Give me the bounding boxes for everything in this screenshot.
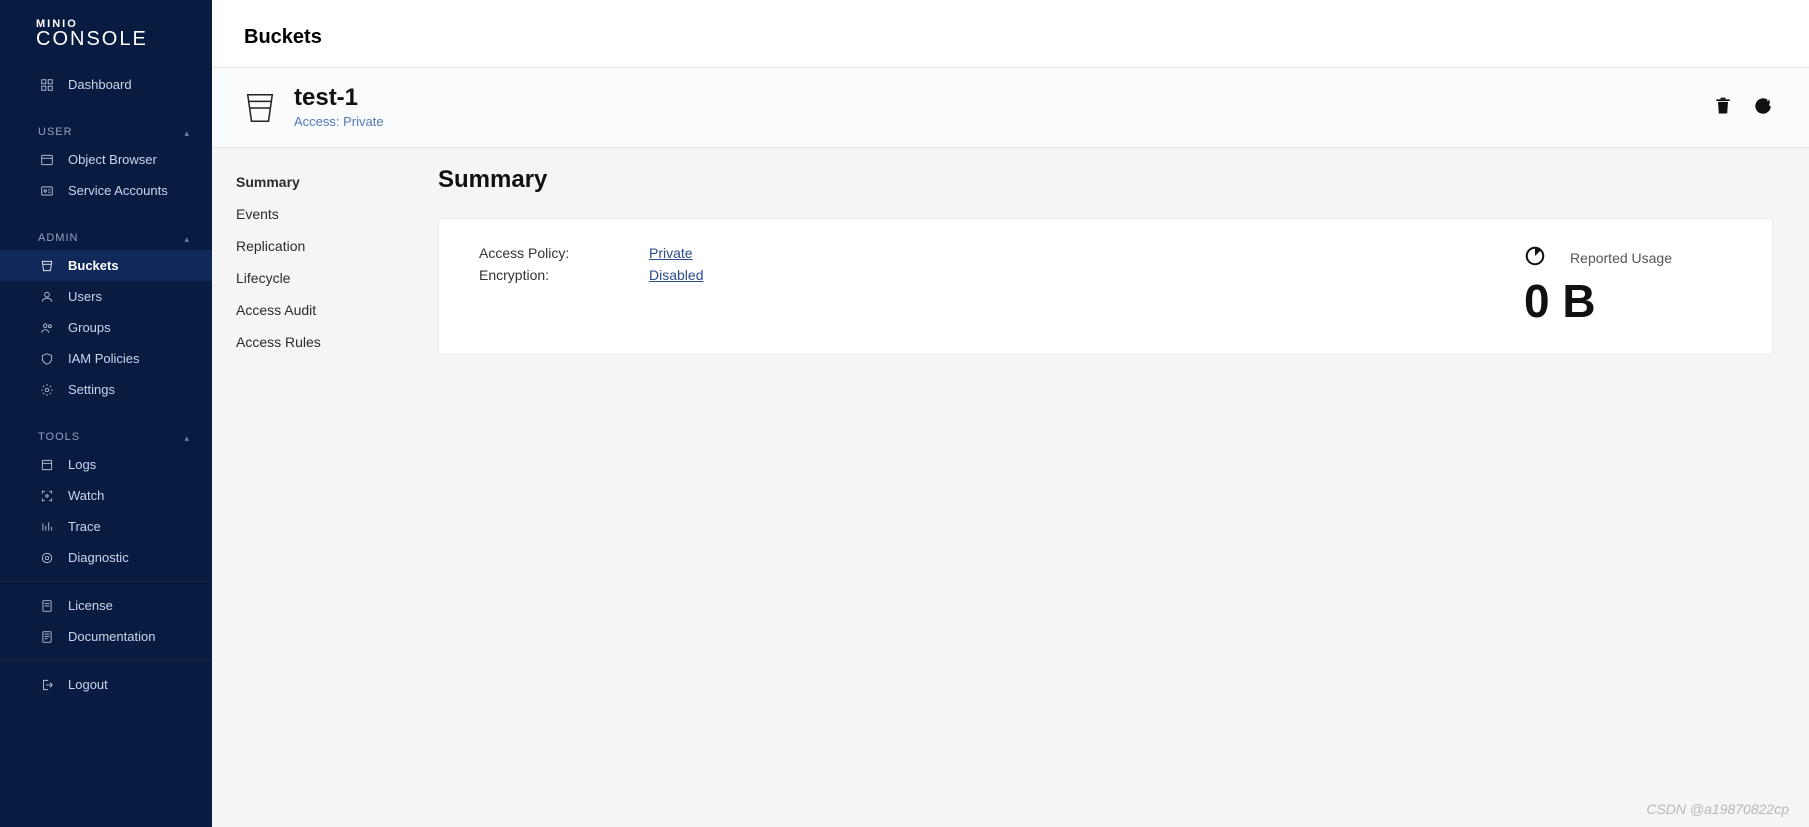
sidebar-item-label: Trace (68, 519, 101, 534)
id-card-icon (38, 184, 56, 198)
pie-chart-icon (1524, 245, 1546, 270)
logs-icon (38, 458, 56, 472)
summary-card: Access Policy: Private Encryption: Disab… (438, 218, 1773, 355)
logout-icon (38, 678, 56, 692)
bucket-actions (1713, 96, 1773, 119)
subtab-replication[interactable]: Replication (236, 230, 418, 262)
sidebar: MINIO CONSOLE Dashboard USER ▴ Object Br… (0, 0, 212, 827)
top-bar: Buckets (212, 0, 1809, 68)
sidebar-item-dashboard[interactable]: Dashboard (0, 69, 212, 100)
bucket-name: test-1 (294, 86, 384, 110)
folder-icon (38, 153, 56, 167)
gear-icon (38, 383, 56, 397)
sidebar-item-label: Logs (68, 457, 96, 472)
focus-icon (38, 489, 56, 503)
sidebar-item-label: Users (68, 289, 102, 304)
page-title: Buckets (244, 26, 1773, 49)
subtab-summary[interactable]: Summary (236, 166, 418, 198)
document-icon (38, 630, 56, 644)
encryption-value-link[interactable]: Disabled (649, 267, 703, 283)
license-icon (38, 599, 56, 613)
bucket-icon (38, 259, 56, 273)
usage-header: Reported Usage (1524, 245, 1672, 270)
sidebar-divider (0, 660, 212, 661)
watermark-text: CSDN @a19870822cp (1646, 801, 1789, 817)
sidebar-item-object-browser[interactable]: Object Browser (0, 144, 212, 175)
sidebar-item-license[interactable]: License (0, 590, 212, 621)
sidebar-item-settings[interactable]: Settings (0, 374, 212, 405)
bucket-subtabs: Summary Events Replication Lifecycle Acc… (212, 148, 418, 827)
reported-usage-value: 0 B (1524, 274, 1672, 328)
sidebar-section-label: USER (38, 126, 73, 138)
sidebar-item-diagnostic[interactable]: Diagnostic (0, 542, 212, 573)
trace-icon (38, 520, 56, 534)
nav-list: Dashboard USER ▴ Object Browser Service … (0, 61, 212, 700)
content-row: Summary Events Replication Lifecycle Acc… (212, 148, 1809, 827)
access-policy-value-link[interactable]: Private (649, 245, 693, 261)
chevron-up-icon: ▴ (184, 128, 190, 139)
bucket-access-line: Access: Private (294, 114, 384, 129)
sidebar-section-label: TOOLS (38, 431, 80, 443)
sidebar-item-documentation[interactable]: Documentation (0, 621, 212, 652)
sidebar-item-watch[interactable]: Watch (0, 480, 212, 511)
chevron-up-icon: ▴ (184, 433, 190, 444)
sidebar-item-users[interactable]: Users (0, 281, 212, 312)
shield-icon (38, 352, 56, 366)
sidebar-section-user[interactable]: USER ▴ (0, 116, 212, 144)
sidebar-item-label: Watch (68, 488, 104, 503)
subtab-events[interactable]: Events (236, 198, 418, 230)
bucket-title-block: test-1 Access: Private (294, 86, 384, 129)
sidebar-item-label: Object Browser (68, 152, 157, 167)
sidebar-item-buckets[interactable]: Buckets (0, 250, 212, 281)
sidebar-item-groups[interactable]: Groups (0, 312, 212, 343)
users-icon (38, 321, 56, 335)
sidebar-divider (0, 581, 212, 582)
bucket-large-icon (242, 90, 278, 126)
subtab-lifecycle[interactable]: Lifecycle (236, 262, 418, 294)
sidebar-item-label: Logout (68, 677, 108, 692)
brand-bottom: CONSOLE (36, 28, 192, 51)
sidebar-section-tools[interactable]: TOOLS ▴ (0, 421, 212, 449)
chevron-up-icon: ▴ (184, 234, 190, 245)
sidebar-item-service-accounts[interactable]: Service Accounts (0, 175, 212, 206)
sidebar-item-label: Documentation (68, 629, 155, 644)
sidebar-item-label: License (68, 598, 113, 613)
subtab-access-audit[interactable]: Access Audit (236, 294, 418, 326)
bucket-access-value: Private (343, 114, 383, 129)
sidebar-section-admin[interactable]: ADMIN ▴ (0, 222, 212, 250)
sidebar-item-iam-policies[interactable]: IAM Policies (0, 343, 212, 374)
sidebar-item-label: IAM Policies (68, 351, 140, 366)
refresh-button[interactable] (1753, 96, 1773, 119)
sidebar-item-trace[interactable]: Trace (0, 511, 212, 542)
detail-panel: Summary Access Policy: Private Encryptio… (418, 148, 1809, 827)
usage-block: Reported Usage 0 B (1524, 245, 1732, 328)
summary-heading: Summary (438, 166, 1773, 194)
bucket-access-label: Access: (294, 114, 343, 129)
summary-properties: Access Policy: Private Encryption: Disab… (479, 245, 703, 283)
sidebar-item-label: Buckets (68, 258, 119, 273)
main-area: Buckets test-1 Access: Private Summary E… (212, 0, 1809, 827)
sidebar-item-logs[interactable]: Logs (0, 449, 212, 480)
reported-usage-label: Reported Usage (1570, 250, 1672, 266)
sidebar-section-label: ADMIN (38, 232, 78, 244)
subtab-access-rules[interactable]: Access Rules (236, 326, 418, 358)
sidebar-item-label: Settings (68, 382, 115, 397)
encryption-label: Encryption: (479, 267, 649, 283)
sidebar-item-label: Diagnostic (68, 550, 129, 565)
user-icon (38, 290, 56, 304)
sidebar-item-label: Groups (68, 320, 111, 335)
brand-logo: MINIO CONSOLE (0, 0, 212, 61)
target-icon (38, 551, 56, 565)
bucket-header: test-1 Access: Private (212, 68, 1809, 148)
delete-button[interactable] (1713, 96, 1733, 119)
sidebar-item-logout[interactable]: Logout (0, 669, 212, 700)
access-policy-label: Access Policy: (479, 245, 649, 261)
sidebar-item-label: Service Accounts (68, 183, 168, 198)
dashboard-icon (38, 78, 56, 92)
sidebar-item-label: Dashboard (68, 77, 132, 92)
